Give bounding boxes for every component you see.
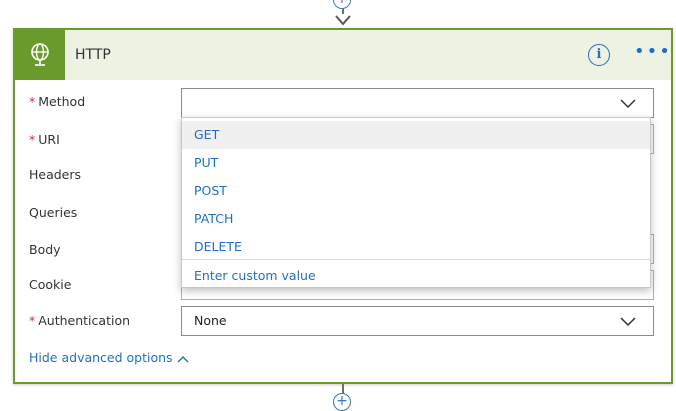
authentication-label-text: Authentication [38, 313, 131, 328]
uri-label: * URI [29, 130, 60, 150]
dropdown-option-put[interactable]: PUT [182, 149, 650, 177]
http-action-icon-box [15, 30, 65, 80]
add-step-top-icon[interactable]: + [333, 0, 351, 9]
dropdown-option-get[interactable]: GET [182, 121, 650, 149]
card-header[interactable]: HTTP i ••• [15, 30, 671, 80]
method-label: * Method [29, 92, 85, 112]
info-icon[interactable]: i [588, 44, 610, 66]
required-marker: * [29, 313, 36, 328]
headers-label: Headers [29, 167, 82, 182]
method-label-text: Method [38, 94, 86, 109]
arrow-down-icon [335, 15, 351, 26]
chevron-down-icon [620, 99, 636, 109]
queries-label: Queries [29, 205, 78, 220]
hide-advanced-options-link[interactable]: Hide advanced options [29, 348, 189, 368]
body-label: Body [29, 242, 61, 257]
method-dropdown-list: GET PUT POST PATCH DELETE Enter custom v… [181, 117, 651, 288]
dropdown-option-custom-value[interactable]: Enter custom value [182, 262, 650, 290]
authentication-select[interactable]: None [181, 306, 654, 336]
required-marker: * [29, 94, 36, 109]
dropdown-option-patch[interactable]: PATCH [182, 205, 650, 233]
uri-label-text: URI [38, 132, 60, 147]
dropdown-divider [182, 259, 650, 260]
cookie-label: Cookie [29, 277, 72, 292]
dropdown-option-delete[interactable]: DELETE [182, 233, 650, 261]
dropdown-option-post[interactable]: POST [182, 177, 650, 205]
advanced-link-text: Hide advanced options [29, 350, 173, 365]
more-options-icon[interactable]: ••• [634, 42, 670, 66]
authentication-select-value: None [194, 313, 227, 328]
add-step-bottom-icon[interactable]: + [333, 393, 351, 411]
method-select[interactable] [181, 88, 654, 118]
card-title[interactable]: HTTP [75, 30, 111, 80]
chevron-down-icon [620, 317, 636, 327]
chevron-up-icon [177, 355, 189, 362]
globe-icon [31, 43, 49, 66]
required-marker: * [29, 132, 36, 147]
authentication-label: * Authentication [29, 311, 130, 331]
